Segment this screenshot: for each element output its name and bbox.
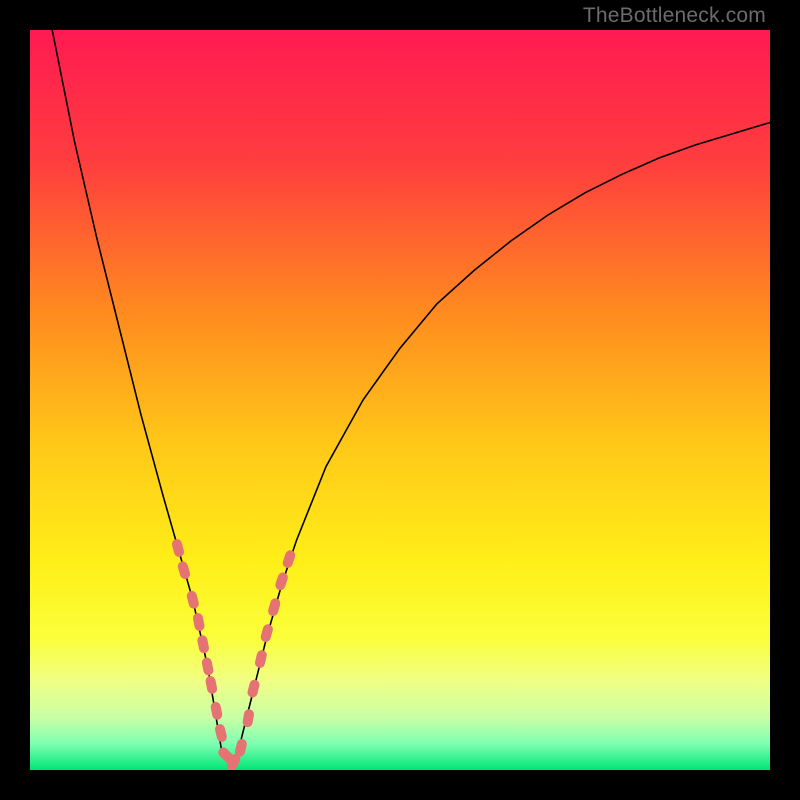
curve-marker — [267, 597, 282, 617]
bottleneck-curve — [52, 30, 770, 763]
curve-marker — [274, 571, 289, 591]
curve-marker — [171, 538, 185, 558]
curve-marker — [186, 590, 200, 610]
curve-marker — [177, 560, 192, 580]
watermark-text: TheBottleneck.com — [583, 4, 766, 28]
curve-marker — [196, 634, 209, 654]
curve-marker — [210, 701, 223, 721]
curve-marker — [254, 649, 268, 669]
curve-marker — [201, 657, 214, 677]
curve-marker — [242, 708, 255, 727]
curve-marker — [246, 679, 260, 699]
curve-overlay — [30, 30, 770, 770]
marker-group — [171, 538, 297, 770]
curve-marker — [281, 549, 296, 569]
chart-frame: TheBottleneck.com — [0, 0, 800, 800]
curve-marker — [260, 623, 275, 643]
plot-area — [30, 30, 770, 770]
curve-marker — [214, 723, 228, 743]
curve-marker — [192, 612, 205, 632]
curve-marker — [205, 675, 218, 695]
